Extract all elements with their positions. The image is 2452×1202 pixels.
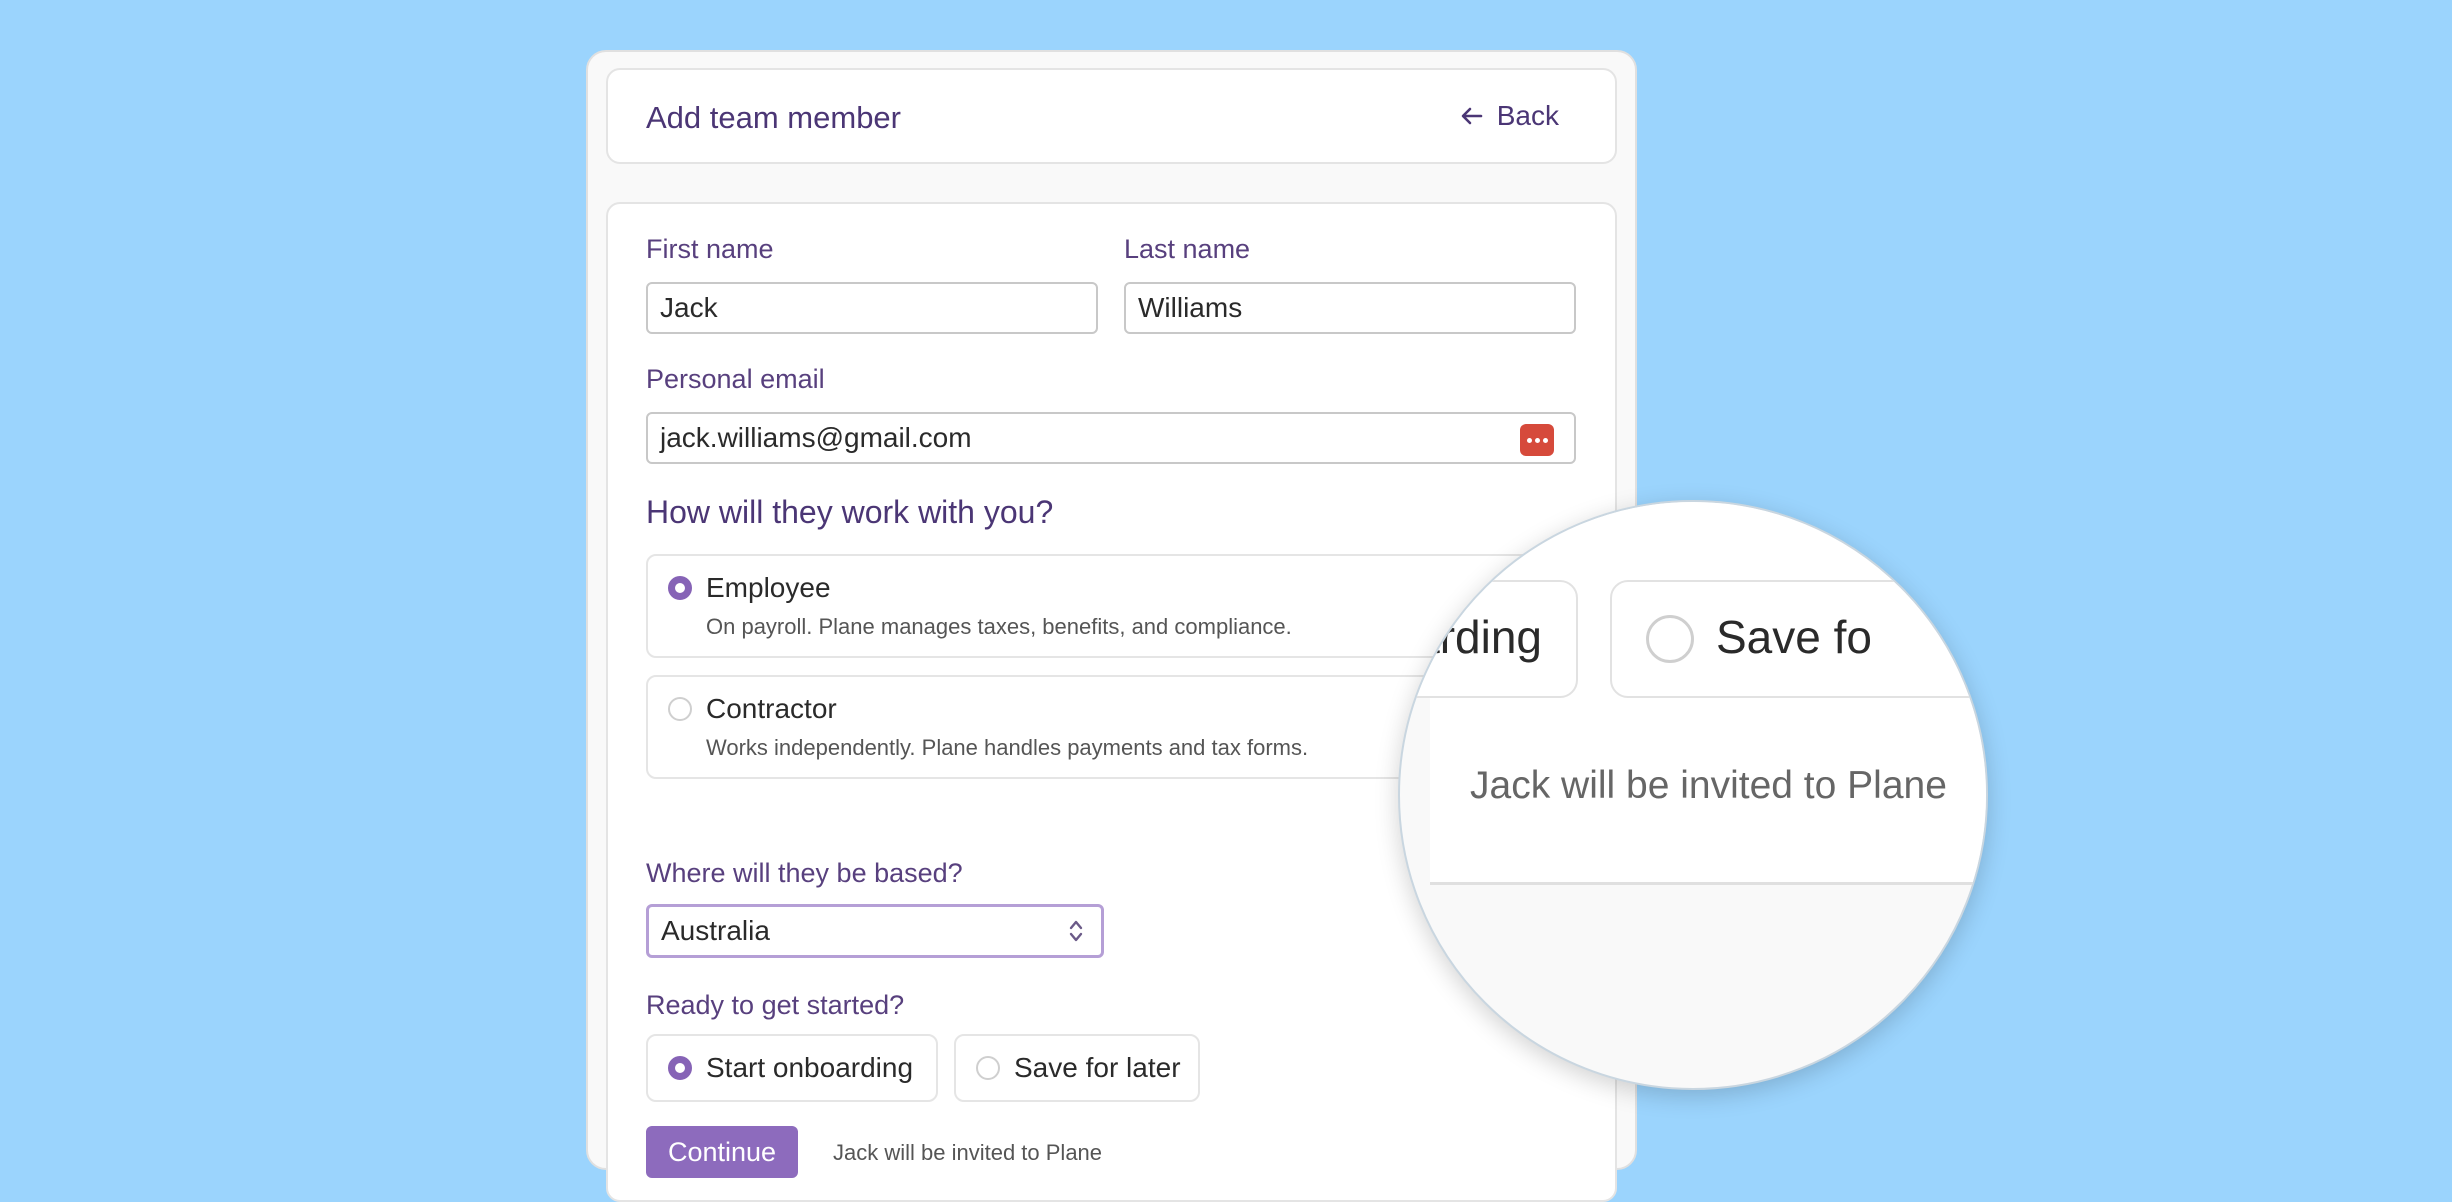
- chevron-up-down-icon: [1069, 920, 1083, 942]
- location-select[interactable]: Australia: [646, 904, 1104, 958]
- last-name-input[interactable]: Williams: [1124, 282, 1576, 334]
- start-onboarding-option[interactable]: Start onboarding: [646, 1034, 938, 1102]
- save-for-later-option[interactable]: Save for later: [954, 1034, 1200, 1102]
- email-field[interactable]: jack.williams@gmail.com: [646, 412, 1576, 464]
- last-name-value: Williams: [1138, 292, 1243, 323]
- start-onboarding-radio[interactable]: [668, 1056, 692, 1080]
- contractor-title: Contractor: [706, 693, 837, 724]
- back-label: Back: [1496, 100, 1559, 131]
- location-label: Where will they be based?: [646, 858, 963, 888]
- first-name-label: First name: [646, 234, 774, 264]
- contractor-description: Works independently. Plane handles payme…: [706, 735, 1309, 760]
- invite-hint: Jack will be invited to Plane: [833, 1140, 1103, 1165]
- magnified-radio: [1646, 615, 1694, 663]
- page-title: Add team member: [646, 100, 901, 135]
- magnified-save-for-later-option: Save fo: [1610, 580, 1986, 698]
- arrow-left-icon: [1461, 107, 1483, 125]
- email-label: Personal email: [646, 364, 825, 394]
- email-value: jack.williams@gmail.com: [660, 422, 972, 453]
- work-type-question: How will they work with you?: [646, 494, 1054, 530]
- start-onboarding-label: Start onboarding: [706, 1052, 914, 1083]
- first-name-value: Jack: [660, 292, 718, 323]
- magnified-right-text: Save fo: [1716, 611, 1872, 663]
- magnified-start-onboarding-option: boarding: [1400, 580, 1578, 698]
- contractor-radio[interactable]: [668, 697, 692, 721]
- magnified-left-text: boarding: [1400, 611, 1542, 663]
- save-for-later-label: Save for later: [1014, 1052, 1181, 1083]
- last-name-label: Last name: [1124, 234, 1251, 264]
- ready-question: Ready to get started?: [646, 990, 905, 1020]
- location-value: Australia: [661, 915, 770, 946]
- back-button[interactable]: Back: [1461, 100, 1559, 132]
- magnifier-lens: boarding Save fo Jack will be invited to…: [1398, 500, 1988, 1090]
- continue-button[interactable]: Continue: [646, 1126, 798, 1178]
- header-card: Add team member Back: [606, 68, 1617, 164]
- employee-title: Employee: [706, 572, 831, 603]
- password-manager-icon[interactable]: [1520, 424, 1554, 456]
- magnified-form-area: boarding Save fo Jack will be invited to…: [1400, 502, 1986, 885]
- save-for-later-radio[interactable]: [976, 1056, 1000, 1080]
- first-name-input[interactable]: Jack: [646, 282, 1098, 334]
- employee-radio[interactable]: [668, 576, 692, 600]
- magnified-hint: Jack will be invited to Plane: [1470, 764, 1947, 807]
- employee-description: On payroll. Plane manages taxes, benefit…: [706, 614, 1292, 639]
